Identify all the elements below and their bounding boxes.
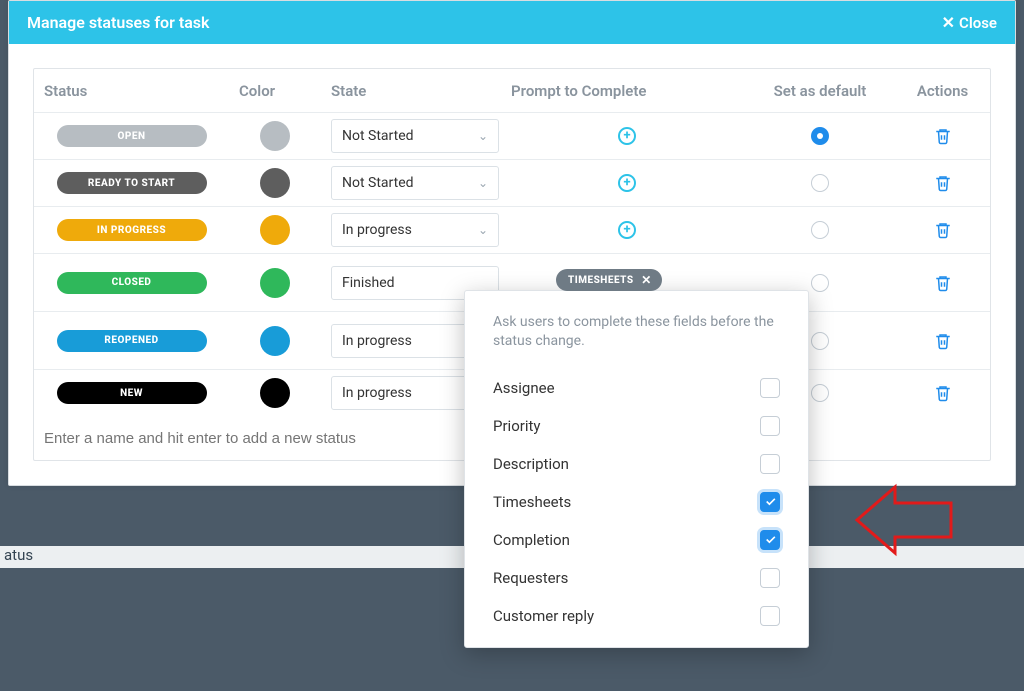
popover-item-label: Customer reply — [493, 607, 594, 625]
prompt-tag-label: TIMESHEETS — [568, 275, 634, 286]
default-radio[interactable] — [811, 274, 829, 292]
popover-item-checkbox[interactable] — [760, 530, 780, 550]
status-pill-label: READY TO START — [88, 178, 175, 189]
state-select-value: In progress — [342, 385, 412, 401]
chevron-down-icon: ⌄ — [478, 176, 488, 190]
popover-item-checkbox[interactable] — [760, 568, 780, 588]
annotation-arrow — [855, 475, 955, 569]
color-swatch[interactable] — [260, 121, 290, 151]
popover-item[interactable]: Priority — [493, 407, 780, 445]
col-header-status: Status — [34, 76, 229, 106]
table-header: Status Color State Prompt to Complete Se… — [34, 69, 990, 113]
col-header-default: Set as default — [745, 76, 895, 106]
popover-item-label: Assignee — [493, 379, 555, 397]
col-header-prompt: Prompt to Complete — [501, 76, 745, 106]
default-radio[interactable] — [811, 332, 829, 350]
default-radio[interactable] — [811, 174, 829, 192]
delete-button[interactable] — [934, 332, 952, 350]
table-row: IN PROGRESS In progress ⌄ — [34, 207, 990, 254]
close-label: Close — [959, 14, 997, 32]
state-select-value: Not Started — [342, 128, 414, 144]
color-swatch[interactable] — [260, 378, 290, 408]
delete-button[interactable] — [934, 221, 952, 239]
modal-header: Manage statuses for task ✕ Close — [9, 1, 1015, 44]
col-header-color: Color — [229, 76, 321, 106]
delete-button[interactable] — [934, 174, 952, 192]
popover-item[interactable]: Description — [493, 445, 780, 483]
close-button[interactable]: ✕ Close — [942, 13, 997, 32]
popover-item-label: Completion — [493, 531, 570, 549]
prompt-add-button[interactable] — [618, 127, 636, 145]
state-select-value: Finished — [342, 275, 395, 291]
popover-item[interactable]: Timesheets — [493, 483, 780, 521]
popover-item[interactable]: Customer reply — [493, 597, 780, 635]
status-pill-label: OPEN — [117, 131, 145, 142]
table-row: READY TO START Not Started ⌄ — [34, 160, 990, 207]
delete-button[interactable] — [934, 127, 952, 145]
popover-item-label: Requesters — [493, 569, 568, 587]
color-swatch[interactable] — [260, 326, 290, 356]
popover-description: Ask users to complete these fields befor… — [493, 313, 780, 351]
popover-item-checkbox[interactable] — [760, 416, 780, 436]
prompt-tag-remove-icon[interactable]: ✕ — [640, 273, 654, 287]
status-pill[interactable]: READY TO START — [57, 172, 207, 194]
prompt-add-button[interactable] — [618, 174, 636, 192]
color-swatch[interactable] — [260, 168, 290, 198]
popover-item-checkbox[interactable] — [760, 454, 780, 474]
popover-item-label: Timesheets — [493, 493, 571, 511]
status-pill-label: CLOSED — [112, 277, 152, 288]
popover-item-checkbox[interactable] — [760, 378, 780, 398]
popover-item[interactable]: Assignee — [493, 369, 780, 407]
status-pill-label: IN PROGRESS — [97, 225, 166, 236]
popover-item-checkbox[interactable] — [760, 492, 780, 512]
status-pill[interactable]: CLOSED — [57, 272, 207, 294]
default-radio[interactable] — [811, 384, 829, 402]
delete-button[interactable] — [934, 384, 952, 402]
state-select-value: In progress — [342, 333, 412, 349]
popover-item[interactable]: Requesters — [493, 559, 780, 597]
state-select[interactable]: Not Started ⌄ — [331, 119, 499, 153]
color-swatch[interactable] — [260, 268, 290, 298]
color-swatch[interactable] — [260, 215, 290, 245]
chevron-down-icon: ⌄ — [478, 223, 488, 237]
col-header-actions: Actions — [895, 76, 990, 106]
state-select-value: In progress — [342, 222, 412, 238]
popover-item-label: Description — [493, 455, 569, 473]
chevron-down-icon: ⌄ — [478, 129, 488, 143]
popover-item-label: Priority — [493, 417, 540, 435]
default-radio[interactable] — [811, 127, 829, 145]
col-header-state: State — [321, 76, 501, 106]
status-pill[interactable]: IN PROGRESS — [57, 219, 207, 241]
state-select[interactable]: In progress ⌄ — [331, 213, 499, 247]
status-pill[interactable]: REOPENED — [57, 330, 207, 352]
modal-title: Manage statuses for task — [27, 13, 209, 32]
default-radio[interactable] — [811, 221, 829, 239]
delete-button[interactable] — [934, 274, 952, 292]
status-pill[interactable]: NEW — [57, 382, 207, 404]
state-select[interactable]: Not Started ⌄ — [331, 166, 499, 200]
status-pill[interactable]: OPEN — [57, 125, 207, 147]
status-pill-label: REOPENED — [104, 335, 158, 346]
status-pill-label: NEW — [120, 388, 143, 399]
popover-item[interactable]: Completion — [493, 521, 780, 559]
prompt-tag-timesheets: TIMESHEETS ✕ — [556, 269, 662, 291]
close-icon: ✕ — [942, 13, 955, 32]
prompt-fields-popover: Ask users to complete these fields befor… — [464, 290, 809, 648]
table-row: OPEN Not Started ⌄ — [34, 113, 990, 160]
state-select-value: Not Started — [342, 175, 414, 191]
popover-item-checkbox[interactable] — [760, 606, 780, 626]
prompt-add-button[interactable] — [618, 221, 636, 239]
